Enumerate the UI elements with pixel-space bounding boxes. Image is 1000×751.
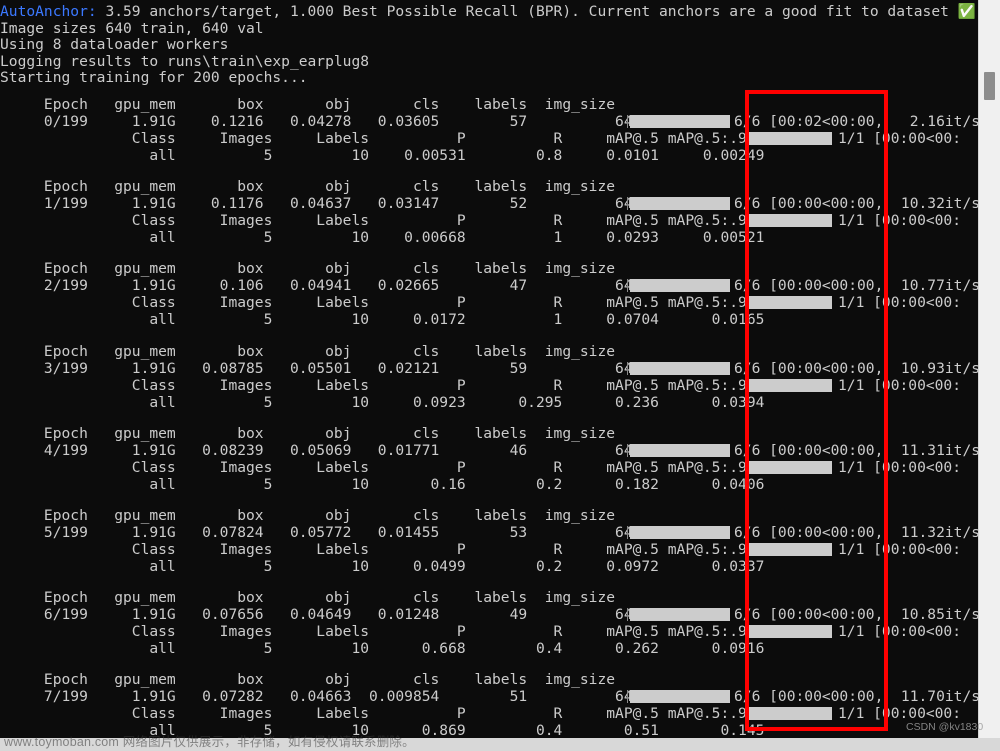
toymoban-watermark: www.toymoban.com 网络图片仅供展示，非存储，如有侵权请联系删除。 (4, 735, 415, 749)
val-header-row: Class Images Labels P R mAP@.5 mAP@.5:.9… (0, 705, 809, 723)
val-progress-bar (748, 214, 832, 228)
train-progress-text: 6/6 [00:00<00:00, 10.32it/s] (734, 195, 978, 213)
train-values-row: 3/199 1.91G 0.08785 0.05501 0.02121 59 6… (0, 359, 695, 377)
val-header-row: Class Images Labels P R mAP@.5 mAP@.5:.9… (0, 458, 809, 476)
val-header-row: Class Images Labels P R mAP@.5 mAP@.5:.9… (0, 376, 809, 394)
train-progress-bar (630, 443, 730, 457)
scrollbar-thumb[interactable] (984, 72, 995, 100)
val-progress-bar-edge (745, 296, 746, 310)
train-header-row: Epoch gpu_mem box obj cls labels img_siz… (0, 424, 616, 442)
train-progress-bar (630, 115, 730, 128)
train-header-row: Epoch gpu_mem box obj cls labels img_siz… (0, 589, 616, 607)
csdn-watermark: CSDN @kv1830 (906, 721, 984, 733)
train-progress-bar-edge (627, 361, 628, 375)
preamble-line-4: Starting training for 200 epochs... (0, 69, 308, 86)
val-progress-text: 1/1 [00:00<00: (838, 623, 962, 641)
terminal-window[interactable]: AutoAnchor: 3.59 anchors/target, 1.000 B… (0, 0, 978, 738)
val-values-row: all 5 10 0.00531 0.8 0.0101 0.00249 (0, 147, 765, 164)
preamble-line-1: Image sizes 640 train, 640 val (0, 19, 264, 37)
train-progress-bar (630, 197, 730, 211)
terminal-scrollbar[interactable] (978, 0, 1000, 738)
val-progress-text: 1/1 [00:00<00: (838, 212, 962, 230)
train-progress-text: 6/6 [00:00<00:00, 10.93it/s] (734, 359, 978, 377)
train-progress-bar-edge (627, 197, 628, 211)
val-values-row: all 5 10 0.0499 0.2 0.0972 0.0337 (0, 558, 765, 575)
val-progress-text: 1/1 [00:00<00: (838, 376, 962, 394)
train-progress-text: 6/6 [00:00<00:00, 11.70it/s] (734, 688, 978, 706)
val-progress-bar-edge (745, 460, 746, 474)
train-values-row: 2/199 1.91G 0.106 0.04941 0.02665 47 640… (0, 277, 695, 295)
train-header-row: Epoch gpu_mem box obj cls labels img_siz… (0, 671, 616, 689)
val-progress-bar (748, 132, 832, 145)
val-progress-bar-edge (745, 132, 746, 145)
train-header-row: Epoch gpu_mem box obj cls labels img_siz… (0, 507, 616, 524)
val-values-row: all 5 10 0.00668 1 0.0293 0.00521 (0, 229, 765, 247)
val-progress-text: 1/1 [00:00<00: (838, 705, 962, 723)
val-progress-bar-edge (745, 214, 746, 228)
val-progress-text: 1/1 [00:00<00: (838, 130, 962, 147)
train-progress-text: 6/6 [00:00<00:00, 10.85it/s] (734, 606, 978, 624)
train-values-row: 5/199 1.91G 0.07824 0.05772 0.01455 53 6… (0, 524, 695, 541)
val-progress-bar-edge (745, 707, 746, 721)
val-progress-bar (748, 378, 832, 392)
train-progress-bar-edge (627, 279, 628, 293)
val-values-row: all 5 10 0.16 0.2 0.182 0.0406 (0, 475, 765, 493)
train-progress-bar-edge (627, 690, 628, 704)
train-header-row: Epoch gpu_mem box obj cls labels img_siz… (0, 260, 616, 278)
train-header-row: Epoch gpu_mem box obj cls labels img_siz… (0, 96, 616, 113)
train-progress-text: 6/6 [00:02<00:00, 2.16it/s] (734, 113, 978, 130)
train-values-row: 4/199 1.91G 0.08239 0.05069 0.01771 46 6… (0, 441, 695, 459)
train-header-row: Epoch gpu_mem box obj cls labels img_siz… (0, 342, 616, 360)
val-progress-bar (748, 460, 832, 474)
val-progress-text: 1/1 [00:00<00: (838, 541, 962, 558)
val-values-row: all 5 10 0.668 0.4 0.262 0.0916 (0, 640, 765, 658)
train-progress-bar (630, 526, 730, 539)
val-progress-bar-edge (745, 543, 746, 556)
val-header-row: Class Images Labels P R mAP@.5 mAP@.5:.9… (0, 623, 809, 641)
autoanchor-label: AutoAnchor: (0, 3, 97, 20)
train-header-row: Epoch gpu_mem box obj cls labels img_siz… (0, 178, 616, 196)
train-progress-text: 6/6 [00:00<00:00, 11.31it/s] (734, 441, 978, 459)
preamble-line-2: Using 8 dataloader workers (0, 36, 229, 53)
train-values-row: 7/199 1.91G 0.07282 0.04663 0.009854 51 … (0, 688, 695, 706)
val-progress-bar-edge (745, 378, 746, 392)
val-progress-text: 1/1 [00:00<00: (838, 458, 962, 476)
val-progress-bar (748, 296, 832, 310)
val-header-row: Class Images Labels P R mAP@.5 mAP@.5:.9… (0, 212, 809, 230)
val-header-row: Class Images Labels P R mAP@.5 mAP@.5:.9… (0, 541, 809, 558)
preamble-line-3: Logging results to runs\train\exp_earplu… (0, 52, 370, 70)
val-progress-text: 1/1 [00:00<00: (838, 294, 962, 312)
train-progress-bar (630, 690, 730, 704)
screenshot-root: AutoAnchor: 3.59 anchors/target, 1.000 B… (0, 0, 1000, 751)
train-progress-bar-edge (627, 443, 628, 457)
val-header-row: Class Images Labels P R mAP@.5 mAP@.5:.9… (0, 130, 809, 147)
train-progress-bar-edge (627, 608, 628, 622)
train-values-row: 0/199 1.91G 0.1216 0.04278 0.03605 57 64… (0, 113, 695, 130)
val-values-row: all 5 10 0.0172 1 0.0704 0.0165 (0, 311, 765, 329)
preamble-line-0: AutoAnchor: 3.59 anchors/target, 1.000 B… (0, 3, 976, 20)
val-progress-bar (748, 707, 832, 721)
val-header-row: Class Images Labels P R mAP@.5 mAP@.5:.9… (0, 294, 809, 312)
train-values-row: 6/199 1.91G 0.07656 0.04649 0.01248 49 6… (0, 606, 695, 624)
train-progress-bar-edge (627, 115, 628, 128)
val-progress-bar-edge (745, 625, 746, 639)
train-progress-bar (630, 279, 730, 293)
train-progress-bar (630, 608, 730, 622)
val-progress-bar (748, 625, 832, 639)
val-values-row: all 5 10 0.0923 0.295 0.236 0.0394 (0, 393, 765, 411)
train-progress-text: 6/6 [00:00<00:00, 11.32it/s] (734, 524, 978, 541)
train-progress-bar (630, 361, 730, 375)
train-progress-text: 6/6 [00:00<00:00, 10.77it/s] (734, 277, 978, 295)
val-progress-bar (748, 543, 832, 556)
train-progress-bar-edge (627, 526, 628, 539)
train-values-row: 1/199 1.91G 0.1176 0.04637 0.03147 52 64… (0, 195, 695, 213)
